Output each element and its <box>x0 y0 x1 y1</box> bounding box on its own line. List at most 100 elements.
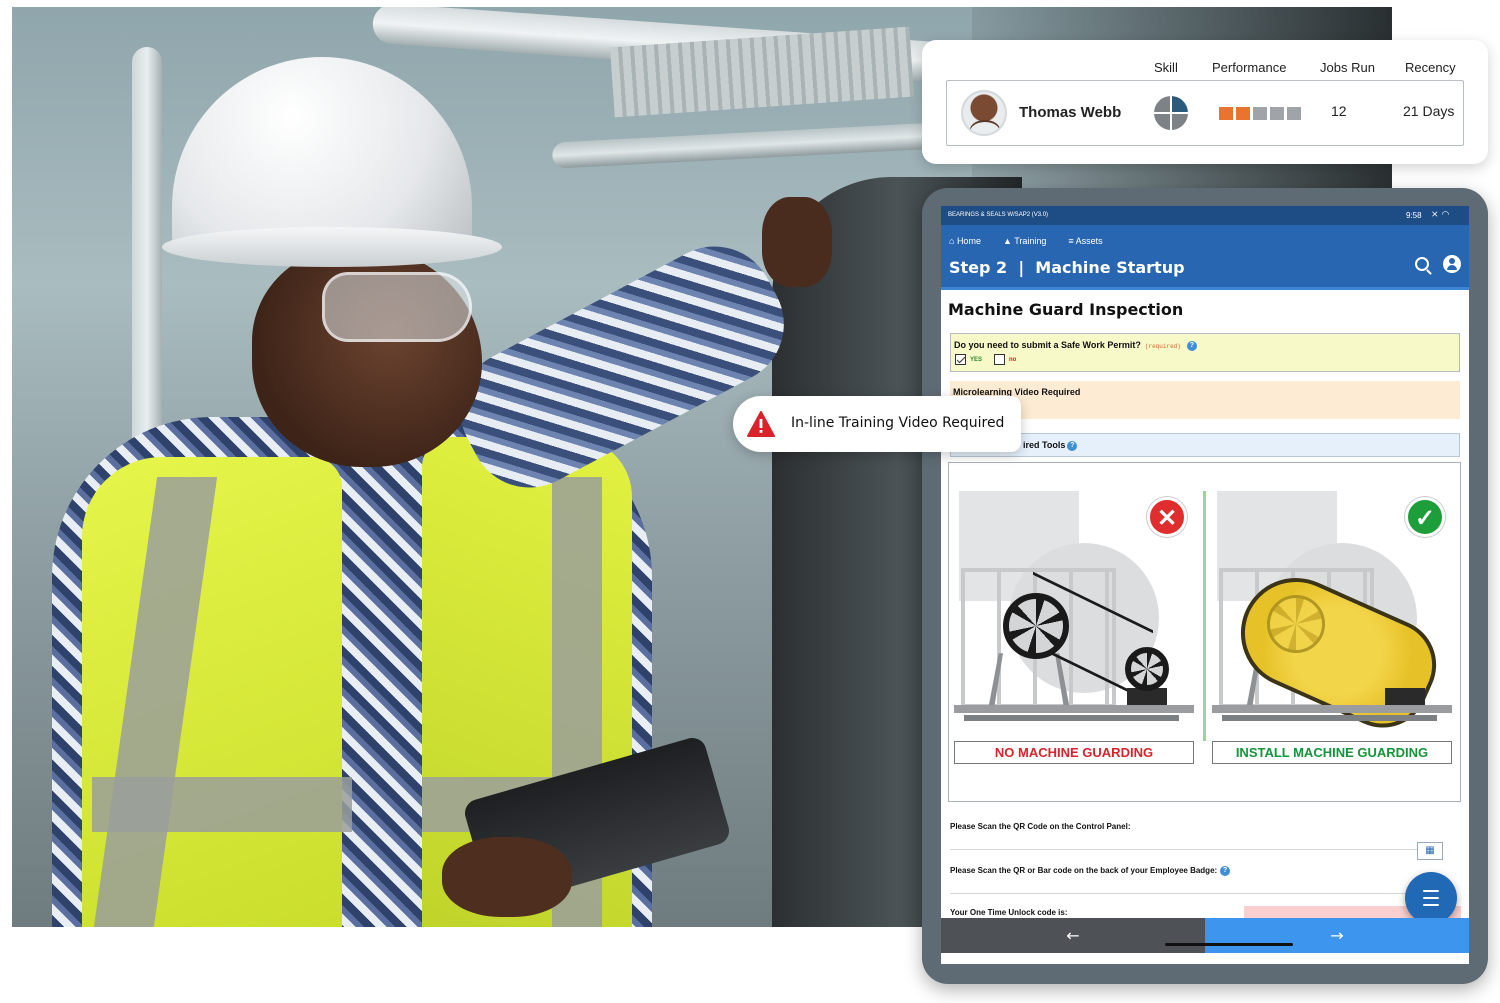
header-jobs-run: Jobs Run <box>1320 60 1375 75</box>
x-icon: ✕ <box>1147 497 1187 537</box>
header-recency: Recency <box>1405 60 1456 75</box>
nav-assets-label: Assets <box>1075 236 1103 246</box>
profile-headers: Skill Performance Jobs Run Recency <box>922 60 1488 76</box>
performance-square <box>1253 107 1267 120</box>
no-guarding-caption: NO MACHINE GUARDING <box>954 741 1194 764</box>
tablet-device: BEARINGS & SEALS W/SAP2 (V3.0) 9:58 ⨯◠ ⌂… <box>922 188 1488 984</box>
guarding-comparison-image: ✕ NO MACHINE GUARDING ✓ INSTALL MACHINE … <box>948 462 1461 802</box>
required-tag: (required) <box>1144 343 1181 350</box>
jobs-run-value: 12 <box>1331 103 1347 119</box>
no-checkbox[interactable] <box>994 354 1006 365</box>
help-icon[interactable]: ? <box>1186 340 1197 351</box>
nav-home-label: Home <box>956 236 981 246</box>
section-title: Machine Guard Inspection <box>948 300 1184 319</box>
unlock-code-label: Your One Time Unlock code is: <box>950 908 1068 917</box>
scan-badge-label: Please Scan the QR or Bar code on the ba… <box>950 866 1231 876</box>
performance-rating <box>1219 107 1301 120</box>
safe-work-permit-question: Do you need to submit a Safe Work Permit… <box>950 333 1460 372</box>
menu-fab[interactable] <box>1405 872 1457 924</box>
machine-base <box>954 705 1194 713</box>
reflective-stripe <box>92 777 352 832</box>
app-bar-underline <box>941 287 1469 290</box>
worker-figure <box>32 57 832 927</box>
search-icon[interactable] <box>1415 257 1429 271</box>
hamburger-icon <box>1423 890 1439 906</box>
help-icon[interactable]: ? <box>1067 440 1078 451</box>
machine-base <box>964 715 1179 721</box>
nav-home[interactable]: ⌂ Home <box>949 236 981 246</box>
permit-options: YES no <box>955 354 1016 365</box>
scan-badge-text: Please Scan the QR or Bar code on the ba… <box>950 866 1218 876</box>
motor-base <box>1385 688 1425 706</box>
scan-control-panel-field[interactable] <box>950 849 1420 850</box>
worker-row[interactable]: Thomas Webb 12 21 Days <box>946 80 1464 146</box>
pulley-wheel <box>1003 593 1069 659</box>
permit-question: Do you need to submit a Safe Work Permit… <box>954 340 1197 351</box>
arrow-left-icon: ← <box>1066 926 1080 945</box>
no-guarding-illustration: ✕ NO MACHINE GUARDING <box>949 463 1199 801</box>
skill-quadrant-icon <box>1154 96 1188 130</box>
avatar <box>961 90 1007 136</box>
header-performance: Performance <box>1212 60 1287 75</box>
yes-checkbox[interactable] <box>955 354 966 365</box>
required-tools-text: ired Tools <box>1023 440 1066 450</box>
home-icon: ⌂ <box>949 236 957 246</box>
training-video-callout: In-line Training Video Required <box>733 396 1021 452</box>
required-tools-row[interactable]: ired Tools? <box>950 433 1460 457</box>
app-version-title: BEARINGS & SEALS W/SAP2 (V3.0) <box>948 212 1049 218</box>
wifi-icon: ◠ <box>1441 209 1453 219</box>
performance-square <box>1270 107 1284 120</box>
marketing-composite: Skill Performance Jobs Run Recency Thoma… <box>0 0 1500 1003</box>
next-button[interactable]: → <box>1205 918 1469 953</box>
check-icon: ✓ <box>1405 497 1445 537</box>
mute-icon: ⨯ <box>1431 209 1442 219</box>
step-title: Step 2 | Machine Startup <box>949 258 1185 277</box>
list-icon: ≡ <box>1068 236 1076 246</box>
home-indicator <box>1165 943 1293 946</box>
hard-hat-brim <box>162 227 502 267</box>
scan-badge-field[interactable] <box>950 893 1420 894</box>
no-label: no <box>1009 356 1017 363</box>
motor-pulley <box>1125 647 1169 691</box>
qr-scan-icon[interactable]: ▦ <box>1417 842 1443 860</box>
motor-stand <box>987 653 1071 712</box>
yes-label: YES <box>970 356 983 363</box>
arrow-right-icon: → <box>1330 926 1344 945</box>
microlearning-video-box[interactable]: Microlearning Video Required <box>950 381 1460 419</box>
worker-name: Thomas Webb <box>1019 104 1122 121</box>
app-bar: ⌂ Home ▲ Training ≡ Assets Step 2 | Mach… <box>941 225 1469 287</box>
recency-value: 21 Days <box>1403 103 1455 119</box>
panel-divider <box>1203 491 1206 741</box>
user-icon[interactable] <box>1443 255 1461 273</box>
permit-question-text: Do you need to submit a Safe Work Permit… <box>954 340 1141 350</box>
performance-square <box>1236 107 1250 120</box>
bottom-navigation: ← → <box>941 918 1469 953</box>
nav-assets[interactable]: ≡ Assets <box>1068 236 1102 246</box>
guarded-pulley <box>1267 595 1325 653</box>
install-guarding-caption: INSTALL MACHINE GUARDING <box>1212 741 1452 764</box>
warning-icon <box>747 411 775 437</box>
callout-text: In-line Training Video Required <box>791 415 1005 431</box>
install-guarding-illustration: ✓ INSTALL MACHINE GUARDING <box>1207 463 1457 801</box>
tablet-screen: BEARINGS & SEALS W/SAP2 (V3.0) 9:58 ⨯◠ ⌂… <box>941 206 1469 964</box>
graduation-cap-icon: ▲ <box>1002 236 1015 246</box>
required-tools-label: ired Tools? <box>1023 440 1078 451</box>
performance-square <box>1287 107 1301 120</box>
status-bar: BEARINGS & SEALS W/SAP2 (V3.0) 9:58 ⨯◠ <box>941 206 1469 225</box>
nav-training-label: Training <box>1014 236 1047 246</box>
machine-base <box>1212 705 1452 713</box>
clock: 9:58 <box>1406 211 1422 220</box>
worker-profile-card: Skill Performance Jobs Run Recency Thoma… <box>922 40 1488 164</box>
back-button[interactable]: ← <box>941 918 1205 953</box>
scan-control-panel-label: Please Scan the QR Code on the Control P… <box>950 822 1131 831</box>
machine-base <box>1222 715 1437 721</box>
top-nav: ⌂ Home ▲ Training ≡ Assets <box>949 236 1103 246</box>
help-icon[interactable]: ? <box>1220 866 1231 876</box>
nav-training[interactable]: ▲ Training <box>1003 236 1046 246</box>
performance-square <box>1219 107 1233 120</box>
safety-goggles <box>322 272 472 342</box>
status-icons: ⨯◠ <box>1431 209 1452 220</box>
app-bar-actions <box>1415 255 1461 273</box>
hand <box>442 837 572 917</box>
hand <box>762 197 832 287</box>
